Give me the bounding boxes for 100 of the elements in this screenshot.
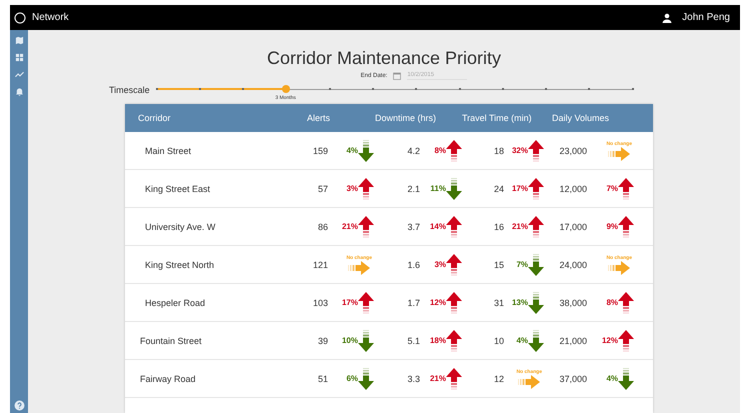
percent-change: 10% xyxy=(342,336,358,345)
down-arrow-icon xyxy=(618,368,634,390)
percent-change: 6% xyxy=(346,374,358,383)
up-arrow-icon xyxy=(446,140,462,162)
metric-value: 86 xyxy=(316,222,328,232)
column-header: Corridor xyxy=(137,113,172,123)
trend-icon[interactable] xyxy=(14,70,24,79)
down-arrow-icon xyxy=(358,368,374,390)
corridor-name: University Ave. W xyxy=(144,222,216,232)
up-arrow-icon xyxy=(618,178,634,200)
up-arrow-icon xyxy=(446,368,462,390)
metric-value: 23,000 xyxy=(558,146,587,156)
metric-value: 37,000 xyxy=(558,374,587,384)
metric-value: 4.2 xyxy=(406,146,420,156)
app-title: Network xyxy=(32,12,69,23)
column-header: Alerts xyxy=(306,113,332,123)
percent-change: 18% xyxy=(430,336,446,345)
percent-change: 9% xyxy=(606,222,618,231)
page-title: Corridor Maintenance Priority xyxy=(266,48,502,69)
metric-value: 18 xyxy=(492,146,504,156)
metric-value: 12 xyxy=(492,374,504,384)
down-arrow-icon xyxy=(358,140,374,162)
percent-change: 12% xyxy=(430,298,446,307)
metric-value: 17,000 xyxy=(558,222,587,232)
help-icon[interactable] xyxy=(14,400,24,411)
up-arrow-icon xyxy=(446,216,462,238)
metric-value: 31 xyxy=(492,298,504,308)
metric-value: 1.7 xyxy=(406,298,420,308)
metric-value: 15 xyxy=(492,260,504,270)
down-arrow-icon xyxy=(528,292,544,314)
right-arrow-icon xyxy=(518,374,540,388)
corridor-name: Hespeler Road xyxy=(144,298,206,308)
logo-icon xyxy=(14,12,26,24)
up-arrow-icon xyxy=(446,254,462,276)
map-icon[interactable] xyxy=(14,36,24,45)
up-arrow-icon xyxy=(618,216,634,238)
metric-value: 39 xyxy=(316,336,328,346)
percent-change: 3% xyxy=(434,260,446,269)
up-arrow-icon xyxy=(358,216,374,238)
percent-change: 8% xyxy=(434,146,446,155)
metric-value: 16 xyxy=(492,222,504,232)
metric-value: 38,000 xyxy=(558,298,587,308)
percent-change: 32% xyxy=(512,146,528,155)
percent-change: 21% xyxy=(342,222,358,231)
metric-value: 5.1 xyxy=(406,336,420,346)
down-arrow-icon xyxy=(446,178,462,200)
dashboard-icon[interactable] xyxy=(14,53,24,62)
percent-change: 14% xyxy=(430,222,446,231)
percent-change: 12% xyxy=(602,336,618,345)
corridor-name: King Street East xyxy=(144,184,212,194)
column-header: Downtime (hrs) xyxy=(374,113,438,123)
corridor-name: King Street North xyxy=(144,260,216,270)
up-arrow-icon xyxy=(528,140,544,162)
right-arrow-icon xyxy=(608,146,630,160)
percent-change: 11% xyxy=(430,184,446,193)
metric-value: 24,000 xyxy=(558,260,587,270)
metric-value: 2.1 xyxy=(406,184,420,194)
down-arrow-icon xyxy=(358,330,374,352)
percent-change: 7% xyxy=(516,260,528,269)
metric-value: 121 xyxy=(312,260,328,270)
user-icon[interactable] xyxy=(662,12,672,22)
metric-value: 159 xyxy=(312,146,328,156)
metric-value: 3.7 xyxy=(406,222,420,232)
down-arrow-icon xyxy=(528,254,544,276)
up-arrow-icon xyxy=(446,292,462,314)
metric-value: 24 xyxy=(492,184,504,194)
up-arrow-icon xyxy=(358,178,374,200)
up-arrow-icon xyxy=(618,292,634,314)
percent-change: 17% xyxy=(512,184,528,193)
user-name[interactable]: John Peng xyxy=(682,12,730,23)
metric-value: 103 xyxy=(312,298,328,308)
metric-value: 3.3 xyxy=(406,374,420,384)
up-arrow-icon xyxy=(618,330,634,352)
column-header: Travel Time (min) xyxy=(461,113,533,123)
timescale-label: Timescale xyxy=(109,84,150,95)
percent-change: 13% xyxy=(512,298,528,307)
percent-change: 17% xyxy=(342,298,358,307)
percent-change: 3% xyxy=(346,184,358,193)
calendar-icon[interactable] xyxy=(393,72,402,80)
percent-change: 4% xyxy=(516,336,528,345)
percent-change: 4% xyxy=(346,146,358,155)
column-header: Daily Volumes xyxy=(551,113,610,123)
corridor-name: Fountain Street xyxy=(139,336,203,346)
percent-change: 21% xyxy=(512,222,528,231)
slider-thumb[interactable] xyxy=(282,85,290,93)
metric-value: 21,000 xyxy=(558,336,587,346)
bell-icon[interactable] xyxy=(14,87,24,96)
metric-value: 51 xyxy=(316,374,328,384)
right-arrow-icon xyxy=(608,260,630,274)
percent-change: 21% xyxy=(430,374,446,383)
metric-value: 57 xyxy=(316,184,328,194)
metric-value: 10 xyxy=(492,336,504,346)
up-arrow-icon xyxy=(528,178,544,200)
percent-change: 8% xyxy=(606,298,618,307)
corridor-name: Fairway Road xyxy=(139,374,197,384)
right-arrow-icon xyxy=(348,260,370,274)
percent-change: 4% xyxy=(606,374,618,383)
up-arrow-icon xyxy=(358,292,374,314)
up-arrow-icon xyxy=(528,216,544,238)
up-arrow-icon xyxy=(446,330,462,352)
